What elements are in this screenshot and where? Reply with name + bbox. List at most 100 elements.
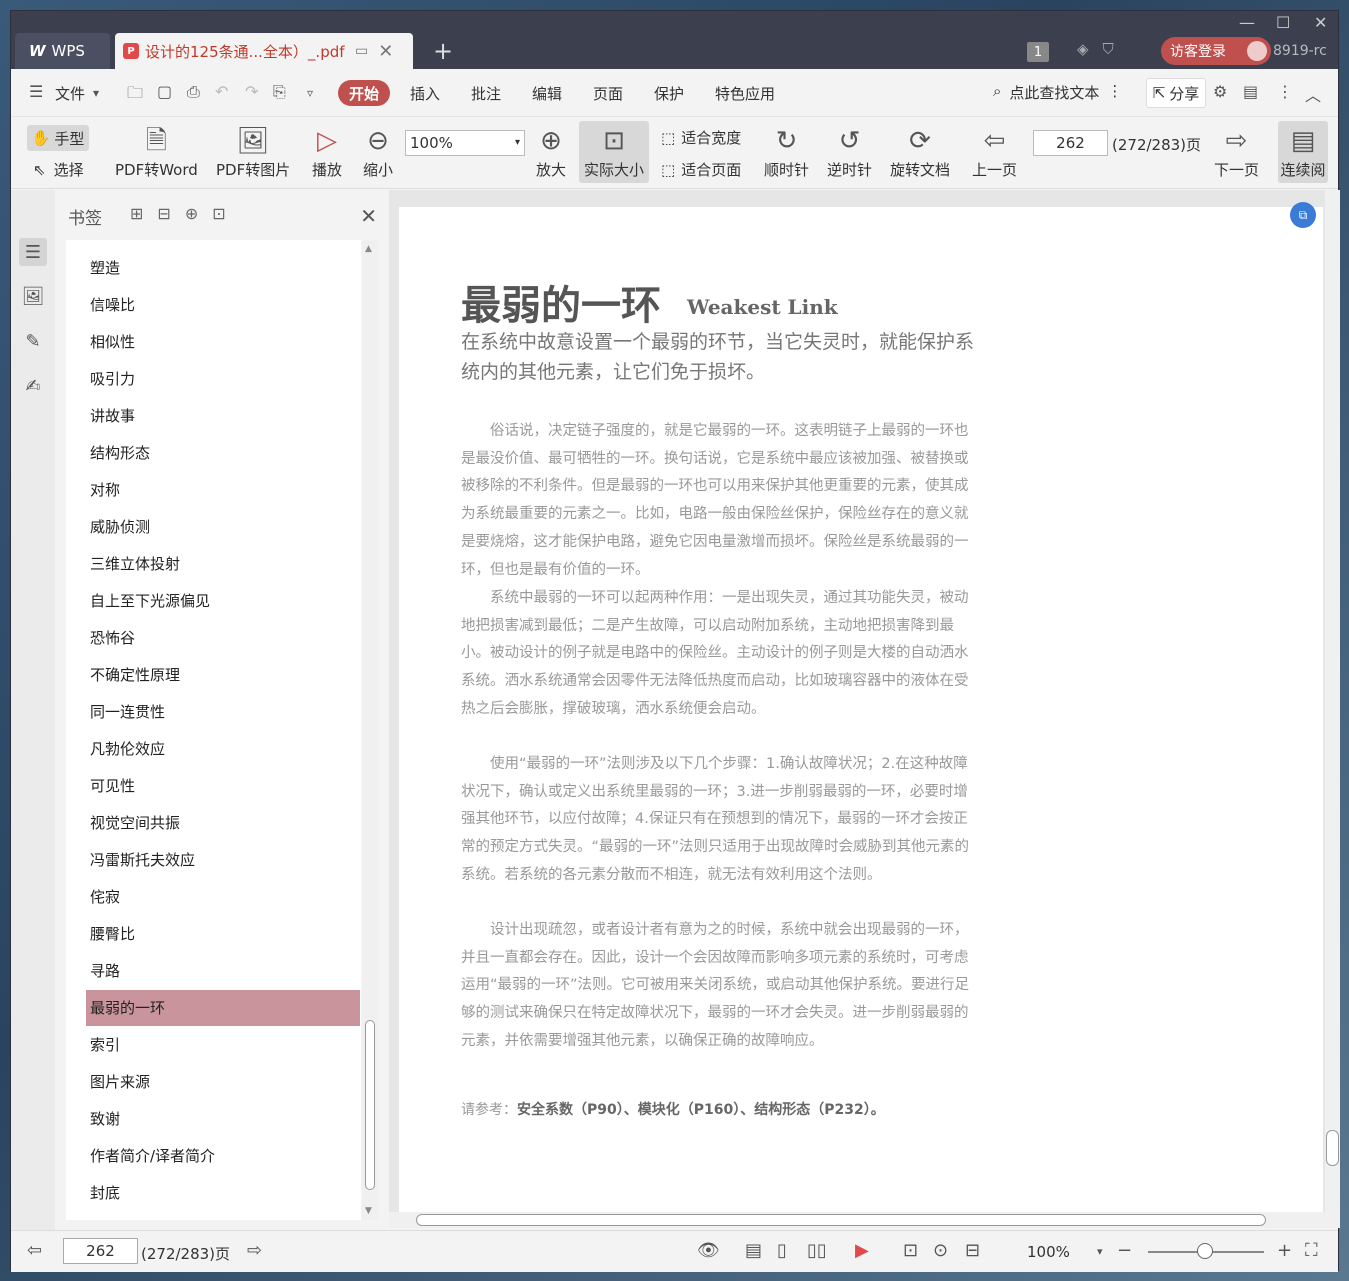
bookmark-item[interactable]: 封底 bbox=[86, 1175, 361, 1211]
close-window-icon[interactable]: ✕ bbox=[1314, 13, 1327, 32]
bookmark-item[interactable]: 视觉空间共振 bbox=[86, 805, 361, 841]
signature-icon[interactable]: ✍ bbox=[19, 372, 47, 400]
thumbnail-icon[interactable]: 🖼 bbox=[19, 282, 47, 310]
bookmark-item[interactable]: 结构形态 bbox=[86, 435, 361, 471]
bookmark-item[interactable]: 不确定性原理 bbox=[86, 657, 361, 693]
fit-width-status-icon[interactable]: ⊟ bbox=[965, 1240, 980, 1261]
bookmark-item[interactable]: 三维立体投射 bbox=[86, 546, 361, 582]
horizontal-scroll-thumb[interactable] bbox=[416, 1214, 1266, 1226]
close-icon[interactable]: ✕ bbox=[360, 204, 377, 228]
status-page-input[interactable]: 262 bbox=[63, 1238, 138, 1264]
menu-edit[interactable]: 编辑 bbox=[532, 83, 562, 104]
fit-width-button[interactable]: ⬚ 适合宽度 bbox=[661, 127, 741, 148]
bookmark-item[interactable]: 索引 bbox=[86, 1027, 361, 1063]
skin-icon[interactable]: ◈ bbox=[1077, 40, 1089, 58]
find-text-button[interactable]: ⌕ 点此查找文本 ⋮ bbox=[993, 82, 1122, 103]
play-status-icon[interactable]: ▶ bbox=[855, 1240, 869, 1261]
pdf-to-image-button[interactable]: 🖼 PDF转图片 bbox=[216, 123, 290, 180]
close-tab-icon[interactable]: ✕ bbox=[378, 41, 393, 62]
bookmark-item[interactable]: 冯雷斯托夫效应 bbox=[86, 842, 361, 878]
maximize-icon[interactable]: ☐ bbox=[1276, 13, 1290, 32]
open-icon[interactable]: 🗀 bbox=[127, 82, 143, 109]
hamburger-icon[interactable]: ☰ bbox=[29, 82, 43, 101]
zoom-slider-knob[interactable] bbox=[1197, 1243, 1213, 1259]
bookmark-item[interactable]: 信噪比 bbox=[86, 287, 361, 323]
bookmark-item[interactable]: 相似性 bbox=[86, 324, 361, 360]
annotation-icon[interactable]: ✎ bbox=[19, 327, 47, 355]
menu-file[interactable]: 文件 bbox=[55, 83, 85, 104]
hand-tool-button[interactable]: ✋ 手型 bbox=[27, 125, 89, 151]
bookmark-item[interactable]: 吸引力 bbox=[86, 361, 361, 397]
rotate-doc-button[interactable]: ⟳ 旋转文档 bbox=[890, 123, 950, 180]
bookmark-item[interactable]: 致谢 bbox=[86, 1101, 361, 1137]
next-arrow-icon[interactable]: ⇨ bbox=[247, 1240, 262, 1261]
continuous-page-icon[interactable]: ▯ bbox=[777, 1240, 787, 1261]
bookmark-item[interactable]: 寻路 bbox=[86, 953, 361, 989]
bookmark-item[interactable]: 凡勃伦效应 bbox=[86, 731, 361, 767]
zoom-in-button[interactable]: ⊕ 放大 bbox=[536, 123, 566, 180]
bookmark-icon[interactable]: ⊡ bbox=[212, 204, 225, 223]
more-icon[interactable]: ⋮ bbox=[1277, 82, 1293, 101]
undo-icon[interactable]: ↶ bbox=[215, 82, 228, 101]
continuous-read-button[interactable]: ▤ 连续阅 bbox=[1278, 121, 1328, 183]
next-page-button[interactable]: ⇨ 下一页 bbox=[1214, 123, 1259, 180]
bookmark-item[interactable]: 最弱的一环 bbox=[86, 990, 360, 1026]
fit-page-button[interactable]: ⬚ 适合页面 bbox=[661, 159, 741, 180]
menu-insert[interactable]: 插入 bbox=[410, 83, 440, 104]
zoom-plus-icon[interactable]: + bbox=[1277, 1240, 1292, 1261]
float-tool-icon[interactable]: ⧉ bbox=[1290, 202, 1316, 228]
wps-home-tab[interactable]: W WPS bbox=[15, 33, 110, 69]
expand-icon[interactable]: ⊞ bbox=[130, 204, 143, 223]
print-icon[interactable]: ⎙ bbox=[187, 82, 200, 102]
minimize-icon[interactable]: — bbox=[1239, 13, 1255, 32]
share-button[interactable]: ⇱ 分享 bbox=[1146, 78, 1206, 108]
prev-arrow-icon[interactable]: ⇦ bbox=[27, 1240, 42, 1261]
double-page-icon[interactable]: ▯▯ bbox=[807, 1240, 827, 1261]
comment-icon[interactable]: ▤ bbox=[1243, 82, 1258, 101]
menu-annotate[interactable]: 批注 bbox=[471, 83, 501, 104]
menu-protect[interactable]: 保护 bbox=[654, 83, 684, 104]
select-tool-button[interactable]: ⇖ 选择 bbox=[33, 159, 84, 180]
monitor-icon[interactable]: ▭ bbox=[355, 43, 368, 59]
rotate-ccw-button[interactable]: ↺ 逆时针 bbox=[827, 123, 872, 180]
shirt-icon[interactable]: ⛉ bbox=[1103, 40, 1114, 58]
bookmark-item[interactable]: 讲故事 bbox=[86, 398, 361, 434]
single-page-icon[interactable]: ▤ bbox=[745, 1240, 762, 1261]
bookmark-item[interactable]: 腰臀比 bbox=[86, 916, 361, 952]
horizontal-scrollbar[interactable] bbox=[389, 1212, 1325, 1228]
bookmark-item[interactable]: 威胁侦测 bbox=[86, 509, 361, 545]
bookmark-item[interactable]: 同一连贯性 bbox=[86, 694, 361, 730]
actual-size-button[interactable]: ⊡ 实际大小 bbox=[579, 121, 649, 183]
window-count-badge[interactable]: 1 bbox=[1027, 42, 1049, 62]
document-tab[interactable]: P 设计的125条通...全本）_.pdf ▭ ✕ bbox=[115, 33, 413, 69]
bookmark-scrollbar[interactable]: ▲ ▼ bbox=[362, 240, 378, 1220]
bookmark-item[interactable]: 塑造 bbox=[86, 250, 361, 286]
fit-page-status-icon[interactable]: ⊙ bbox=[933, 1240, 948, 1261]
add-bookmark-icon[interactable]: ⊕ bbox=[185, 204, 198, 223]
vertical-scroll-thumb[interactable] bbox=[1326, 1130, 1339, 1166]
menu-special[interactable]: 特色应用 bbox=[715, 83, 775, 104]
chevron-down-icon[interactable]: ▾ bbox=[93, 86, 99, 100]
bookmark-item[interactable]: 恐怖谷 bbox=[86, 620, 361, 656]
gear-icon[interactable]: ⚙ bbox=[1213, 82, 1227, 101]
bookmark-panel-icon[interactable]: ☰ bbox=[19, 238, 47, 266]
bookmark-item[interactable]: 对称 bbox=[86, 472, 361, 508]
more-chevron-icon[interactable]: ▿ bbox=[307, 86, 313, 100]
vertical-scrollbar[interactable] bbox=[1325, 190, 1340, 1228]
scroll-down-icon[interactable]: ▼ bbox=[365, 1206, 372, 1216]
collapse-ribbon-icon[interactable]: ︿ bbox=[1305, 82, 1321, 106]
zoom-select[interactable]: 100% ▾ bbox=[405, 130, 525, 156]
zoom-dropdown-icon[interactable]: ▾ bbox=[1097, 1245, 1103, 1258]
prev-page-button[interactable]: ⇦ 上一页 bbox=[972, 123, 1017, 180]
more-vertical-icon[interactable]: ⋮ bbox=[1107, 82, 1122, 103]
fullscreen-icon[interactable]: ⛶ bbox=[1305, 1240, 1318, 1261]
export-icon[interactable]: ⎘ bbox=[273, 82, 286, 102]
menu-start[interactable]: 开始 bbox=[338, 80, 390, 106]
login-button[interactable]: 访客登录 bbox=[1161, 37, 1271, 65]
bookmark-item[interactable]: 图片来源 bbox=[86, 1064, 361, 1100]
actual-size-status-icon[interactable]: ⊡ bbox=[903, 1240, 918, 1261]
bookmark-item[interactable]: 可见性 bbox=[86, 768, 361, 804]
scroll-up-icon[interactable]: ▲ bbox=[365, 244, 372, 254]
bookmark-item[interactable]: 侘寂 bbox=[86, 879, 361, 915]
zoom-out-button[interactable]: ⊖ 缩小 bbox=[363, 123, 393, 180]
